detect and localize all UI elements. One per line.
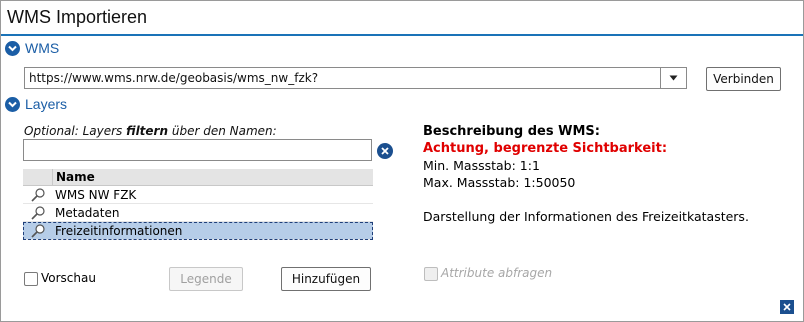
url-dropdown-button[interactable] <box>660 68 686 88</box>
layer-filter-input[interactable] <box>23 139 372 161</box>
layer-name: Freizeitinformationen <box>55 223 183 238</box>
max-scale: Max. Massstab: 1:50050 <box>423 175 576 190</box>
chevron-down-circle-icon[interactable] <box>5 40 20 56</box>
filter-label-prefix: Optional: Layers <box>24 124 127 138</box>
attributes-checkbox[interactable] <box>424 267 438 281</box>
triangle-down-icon <box>669 75 678 81</box>
visibility-warning: Achtung, begrenzte Sichtbarkeit: <box>423 141 668 156</box>
magnifier-icon <box>31 223 45 238</box>
wms-url-value[interactable]: https://www.wms.nrw.de/geobasis/wms_nw_f… <box>29 71 318 85</box>
close-circle-icon[interactable] <box>377 143 393 159</box>
min-scale: Min. Massstab: 1:1 <box>423 158 540 173</box>
magnifier-icon <box>31 205 45 220</box>
filter-label-suffix: über den Namen: <box>168 124 277 138</box>
magnifier-icon <box>31 187 45 202</box>
table-row[interactable]: Metadaten <box>23 204 373 222</box>
table-row[interactable]: Freizeitinformationen <box>23 222 373 240</box>
description-text: Darstellung der Informationen des Freize… <box>423 209 749 224</box>
wms-section-header[interactable]: WMS <box>5 39 59 57</box>
preview-label[interactable]: Vorschau <box>41 271 96 285</box>
table-row[interactable]: WMS NW FZK <box>23 186 373 204</box>
dialog-title: WMS Importieren <box>7 7 148 27</box>
close-icon[interactable] <box>780 300 794 314</box>
wms-import-dialog: WMS Importieren WMS https://www.wms.nrw.… <box>0 0 804 322</box>
wms-section-label: WMS <box>25 40 60 56</box>
add-button[interactable]: Hinzufügen <box>281 267 371 291</box>
chevron-down-circle-icon[interactable] <box>5 96 20 112</box>
layer-table-header: Name <box>23 169 373 186</box>
filter-label: Optional: Layers filtern über den Namen: <box>24 124 277 138</box>
connect-button[interactable]: Verbinden <box>706 67 781 91</box>
title-bar: WMS Importieren <box>1 1 803 36</box>
icon-column-header <box>23 169 53 185</box>
layers-section-header[interactable]: Layers <box>5 95 67 113</box>
name-column-header[interactable]: Name <box>53 169 95 185</box>
legend-button[interactable]: Legende <box>169 267 243 291</box>
filter-label-bold: filtern <box>126 124 169 138</box>
layer-name: WMS NW FZK <box>55 187 137 202</box>
layer-name: Metadaten <box>55 205 120 220</box>
layer-table: Name WMS NW FZK Metadaten Freizeitinform… <box>23 169 373 240</box>
attributes-label[interactable]: Attribute abfragen <box>441 266 552 280</box>
layers-section-label: Layers <box>25 96 68 112</box>
preview-checkbox[interactable] <box>24 272 38 286</box>
wms-description: Beschreibung des WMS: Achtung, begrenzte… <box>423 123 793 225</box>
description-heading: Beschreibung des WMS: <box>423 124 600 139</box>
wms-url-combobox[interactable]: https://www.wms.nrw.de/geobasis/wms_nw_f… <box>24 67 687 89</box>
